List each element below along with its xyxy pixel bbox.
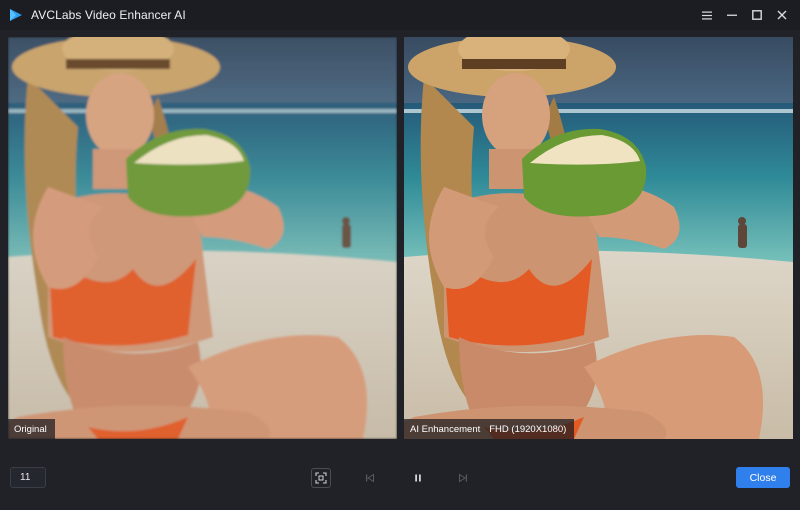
original-label-bar: Original xyxy=(8,419,55,439)
playback-bar: 11 Close xyxy=(0,446,800,510)
fit-screen-icon[interactable] xyxy=(311,468,331,488)
enhanced-label: AI Enhancement xyxy=(410,423,481,435)
enhanced-resolution: FHD (1920X1080) xyxy=(489,423,567,435)
app-title: AVCLabs Video Enhancer AI xyxy=(31,8,186,22)
original-frame-image xyxy=(8,37,397,439)
original-preview: Original xyxy=(8,37,397,439)
title-bar: AVCLabs Video Enhancer AI xyxy=(0,0,800,30)
frame-number-value: 11 xyxy=(20,472,31,483)
close-icon[interactable] xyxy=(769,0,794,30)
maximize-icon[interactable] xyxy=(744,0,769,30)
frame-number-field[interactable]: 11 xyxy=(10,467,46,488)
enhanced-label-bar: AI Enhancement FHD (1920X1080) xyxy=(404,419,575,439)
menu-icon[interactable] xyxy=(694,0,719,30)
original-label: Original xyxy=(14,423,47,435)
play-triangle-logo-icon xyxy=(9,8,23,22)
pause-icon[interactable] xyxy=(408,468,428,488)
close-button[interactable]: Close xyxy=(736,467,790,488)
window-controls xyxy=(694,0,794,30)
previous-frame-icon[interactable] xyxy=(360,468,380,488)
minimize-icon[interactable] xyxy=(719,0,744,30)
enhanced-preview: AI Enhancement FHD (1920X1080) xyxy=(404,37,793,439)
enhanced-frame-image xyxy=(404,37,793,439)
next-frame-icon[interactable] xyxy=(453,468,473,488)
app-window: AVCLabs Video Enhancer AI Original AI En… xyxy=(0,0,800,510)
